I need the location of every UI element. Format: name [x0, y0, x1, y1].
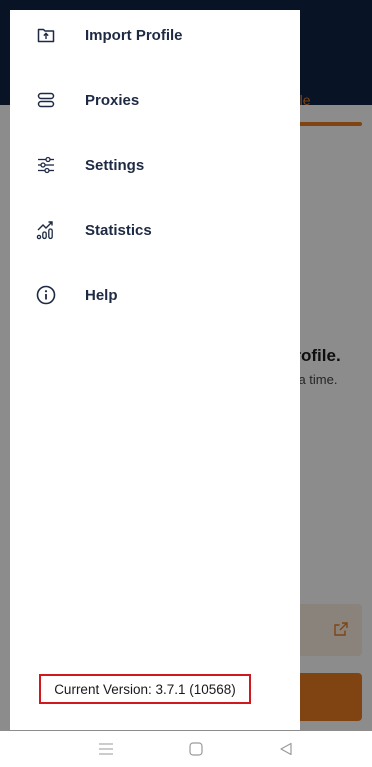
statistics-chart-icon — [36, 220, 56, 240]
drawer-item-label: Import Profile — [85, 26, 183, 44]
current-version-label: Current Version: 3.7.1 (10568) — [39, 674, 251, 704]
drawer-item-proxies[interactable]: Proxies — [10, 75, 300, 125]
info-help-icon — [36, 285, 56, 305]
back-nav-icon[interactable] — [276, 740, 296, 758]
navigation-drawer: Import Profile Proxies Settings Statisti… — [10, 10, 300, 730]
drawer-item-import-profile[interactable]: Import Profile — [10, 10, 300, 60]
drawer-item-settings[interactable]: Settings — [10, 140, 300, 190]
drawer-item-label: Statistics — [85, 221, 152, 239]
settings-sliders-icon — [36, 155, 56, 175]
proxies-icon — [36, 90, 56, 110]
drawer-item-label: Settings — [85, 156, 145, 174]
drawer-item-statistics[interactable]: Statistics — [10, 205, 300, 255]
drawer-item-label: Proxies — [85, 91, 140, 109]
system-nav-bar — [0, 731, 372, 767]
menu-nav-icon[interactable] — [96, 740, 116, 758]
drawer-item-label: Help — [85, 286, 118, 304]
import-profile-icon — [36, 25, 56, 45]
drawer-item-help[interactable]: Help — [10, 270, 300, 320]
home-nav-icon[interactable] — [186, 740, 206, 758]
